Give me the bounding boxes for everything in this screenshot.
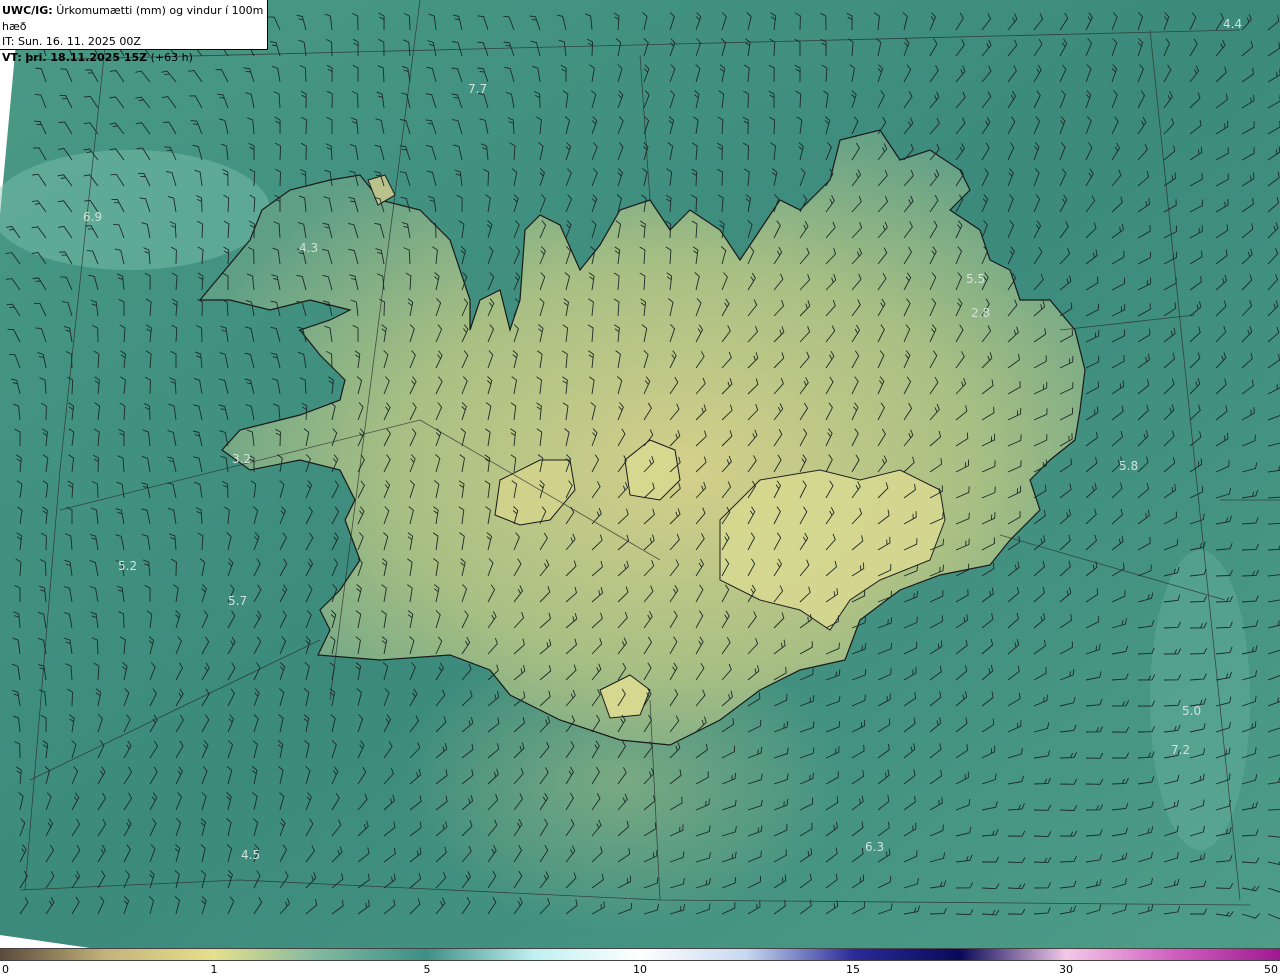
colorbar-labels: 0 1 5 10 15 30 50: [0, 961, 1280, 978]
colorbar-tick: 50: [1264, 963, 1278, 976]
colorbar-tick: 15: [846, 963, 860, 976]
precip-value-label: 2.8: [971, 306, 990, 320]
colorbar-tick: 1: [210, 963, 218, 976]
initial-time-label: IT:: [2, 35, 15, 48]
precip-value-label: 6.3: [865, 840, 884, 854]
weather-map: 4.4 7.7 6.9 4.3 5.5 2.8 3.2 5.8 5.2 5.7 …: [0, 0, 1280, 948]
sea-streak: [0, 150, 270, 270]
precip-value-label: 5.0: [1182, 704, 1201, 718]
model-name: UWC/IG:: [2, 4, 53, 17]
map-title-box: UWC/IG: Úrkomumætti (mm) og vindur í 100…: [0, 0, 268, 64]
precip-value-label: 5.5: [966, 272, 985, 286]
precip-value-label: 4.5: [241, 848, 260, 862]
colorbar: [0, 948, 1280, 961]
valid-time: þri. 18.11.2025 15Z: [25, 50, 148, 64]
colorbar-tick: 0: [2, 963, 9, 976]
precip-value-label: 5.7: [228, 594, 247, 608]
precip-value-label: 4.3: [299, 241, 318, 255]
colorbar-tick: 5: [423, 963, 431, 976]
precip-value-label: 7.2: [1171, 743, 1190, 757]
title-line: UWC/IG: Úrkomumætti (mm) og vindur í 100…: [2, 3, 267, 34]
precip-value-label: 5.2: [118, 559, 137, 573]
precip-value-label: 6.9: [83, 210, 102, 224]
valid-time-label: VT:: [2, 50, 22, 64]
precip-value-label: 7.7: [468, 82, 487, 96]
colorbar-tick: 30: [1059, 963, 1073, 976]
initial-time-line: IT: Sun. 16. 11. 2025 00Z: [2, 34, 267, 50]
valid-time-line: VT: þri. 18.11.2025 15Z (+63 h): [2, 50, 267, 66]
sea-streak: [1150, 550, 1250, 850]
initial-time: Sun. 16. 11. 2025 00Z: [17, 35, 141, 48]
precip-value-label: 4.4: [1223, 17, 1242, 31]
lead-time: (+63 h): [150, 50, 193, 64]
precip-value-label: 3.2: [232, 452, 251, 466]
colorbar-tick: 10: [633, 963, 647, 976]
precip-value-label: 5.8: [1119, 459, 1138, 473]
